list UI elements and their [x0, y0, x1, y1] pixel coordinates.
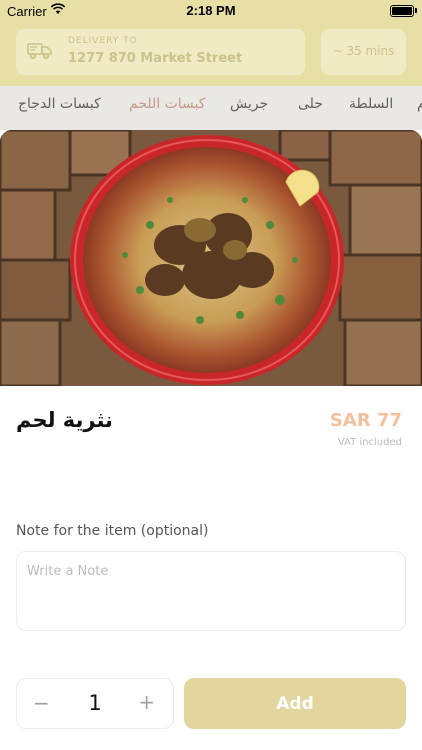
header: DELIVERY TO 1277 870 Market Street ~ 35 …	[0, 22, 422, 86]
add-to-cart-button[interactable]: Add	[184, 678, 406, 729]
delivery-label: DELIVERY TO	[68, 36, 138, 46]
tab-jareesh[interactable]: جريش	[230, 96, 268, 112]
battery-cap	[415, 8, 417, 13]
status-bar: Carrier 2:18 PM	[0, 0, 422, 22]
tab-chicken-kabsa[interactable]: كبسات الدجاج	[18, 96, 101, 112]
quantity-stepper: − 1 +	[16, 678, 174, 729]
delivery-address-button[interactable]: DELIVERY TO 1277 870 Market Street	[16, 29, 305, 75]
vat-note: VAT included	[337, 437, 402, 448]
tab-desserts[interactable]: حلى	[298, 96, 323, 112]
clock: 2:18 PM	[186, 3, 236, 18]
delivery-address: 1277 870 Market Street	[68, 51, 243, 66]
battery-icon	[390, 5, 414, 17]
dish-price: SAR 77	[329, 410, 402, 431]
eta-badge: ~ 35 mins	[321, 29, 406, 75]
truck-icon	[27, 41, 53, 65]
increase-quantity-button[interactable]: +	[138, 690, 155, 714]
tab-meat-kabsa[interactable]: كبسات اللحم	[129, 96, 205, 112]
tab-more[interactable]: م	[417, 96, 422, 112]
eta-text: ~ 35 mins	[332, 44, 395, 58]
dish-name: نثرية لحم	[16, 408, 113, 432]
dish-photo	[0, 130, 422, 386]
tab-salad[interactable]: السلطة	[349, 96, 393, 112]
note-input[interactable]	[16, 551, 406, 631]
category-tabs: كبسات الدجاج كبسات اللحم جريش حلى السلطة…	[0, 86, 422, 130]
item-detail-sheet: نثرية لحم SAR 77 VAT included Note for t…	[0, 130, 422, 750]
note-label: Note for the item (optional)	[16, 523, 209, 539]
